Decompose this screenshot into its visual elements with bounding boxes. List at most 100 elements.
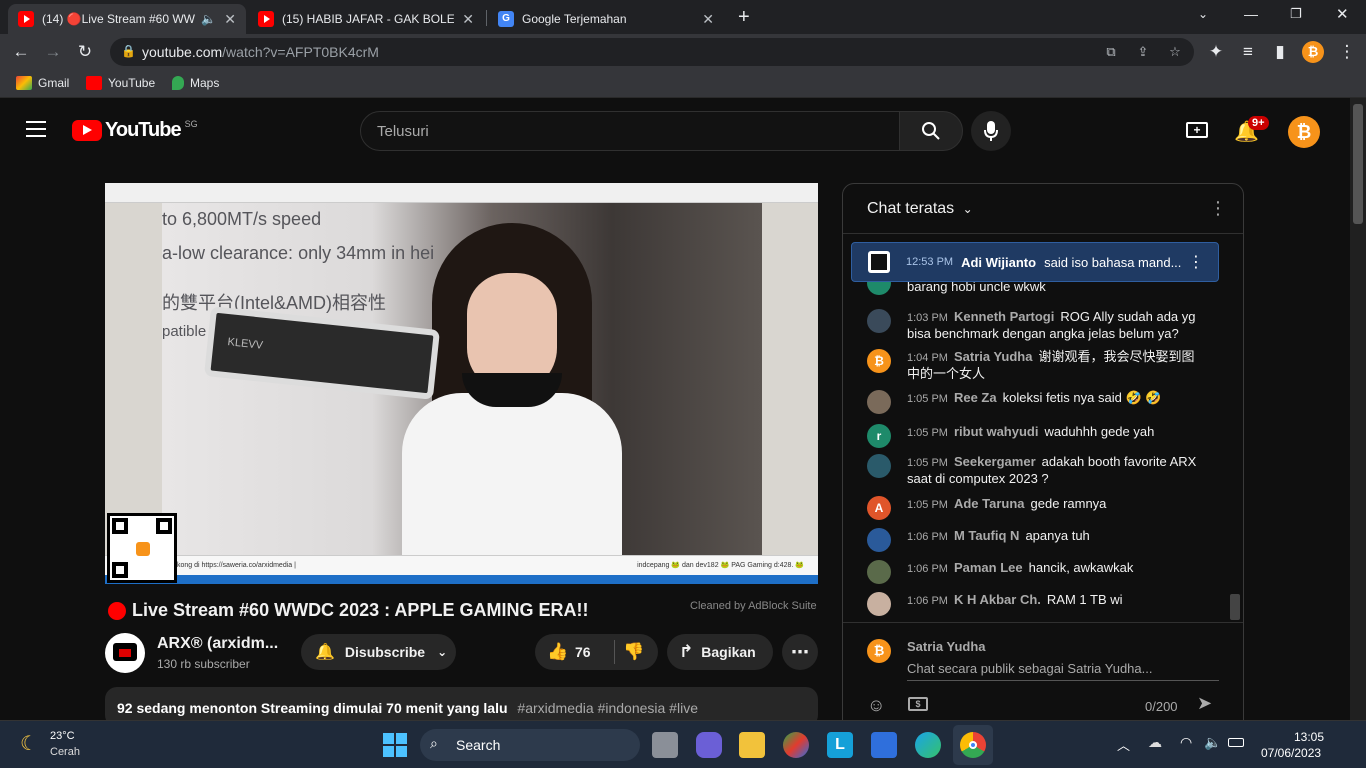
onedrive-cloud-icon[interactable]: ☁ [1148, 734, 1162, 751]
send-arrow-icon[interactable]: ➤ [1197, 693, 1212, 714]
chat-message[interactable]: 1:06 PM Paman Lee hancik, awkawkak [867, 560, 1207, 584]
voice-search-button[interactable] [971, 111, 1011, 151]
task-view-icon[interactable] [652, 732, 678, 758]
tray-chevron-up-icon[interactable]: ︿ [1117, 735, 1130, 754]
chat-author[interactable]: ribut wahyudi [954, 424, 1039, 439]
channel-avatar[interactable] [105, 633, 145, 673]
chat-author[interactable]: M Taufiq N [954, 528, 1019, 543]
more-actions-button[interactable]: ⋯ [782, 634, 818, 670]
tab-habib-jafar[interactable]: (15) HABIB JAFAR - GAK BOLEH B ✕ [248, 4, 484, 34]
restore-icon[interactable]: ❐ [1290, 6, 1302, 22]
volume-icon[interactable]: 🔈 [1204, 734, 1221, 751]
super-chat-dollar-icon[interactable]: $ [908, 697, 928, 711]
moon-weather-icon[interactable]: ☾ [20, 731, 38, 756]
windows-start-icon[interactable] [383, 733, 407, 757]
bookmark-youtube[interactable]: YouTube [86, 76, 155, 90]
chat-message[interactable]: 1:06 PM M Taufiq N apanya tuh [867, 528, 1207, 552]
forward-arrow-icon[interactable]: → [42, 41, 64, 63]
chat-author[interactable]: Ade Taruna [954, 496, 1025, 511]
taskbar-search[interactable]: ⌕ Search [420, 729, 640, 761]
page-scrollbar-thumb[interactable] [1353, 104, 1363, 224]
pinned-options-kebab-icon[interactable]: ⋮ [1188, 252, 1204, 272]
chrome-menu-kebab-icon[interactable]: ⋮ [1336, 41, 1358, 63]
back-arrow-icon[interactable]: ← [10, 41, 32, 63]
clock-date[interactable]: 07/06/2023 [1261, 746, 1321, 760]
subscribe-button[interactable]: 🔔 Disubscribe ⌄ [301, 634, 456, 670]
wifi-icon[interactable]: ◠ [1180, 734, 1192, 751]
chat-mode-selector[interactable]: Chat teratas ⌄ [867, 200, 973, 218]
bookmark-maps[interactable]: Maps [172, 76, 219, 90]
close-window-icon[interactable]: ✕ [1336, 5, 1349, 23]
open-in-app-icon[interactable]: ⧉ [1102, 43, 1120, 61]
channel-name[interactable]: ARX® (arxidm... [157, 635, 278, 653]
bookmark-star-icon[interactable]: ☆ [1166, 43, 1184, 61]
share-button[interactable]: ↱ Bagikan [667, 634, 773, 670]
chat-avatar[interactable]: A [867, 496, 891, 520]
account-bitcoin-avatar[interactable]: ₿ [1288, 116, 1320, 148]
search-input[interactable]: Telusuri [360, 111, 900, 151]
paint-app-icon[interactable] [783, 732, 809, 758]
new-tab-plus-icon[interactable]: + [738, 6, 750, 29]
side-panel-icon[interactable]: ▮ [1269, 41, 1291, 63]
create-video-icon[interactable]: + [1186, 122, 1208, 138]
extensions-puzzle-icon[interactable]: ✦ [1205, 41, 1227, 63]
close-tab-icon[interactable]: ✕ [224, 11, 236, 28]
chat-message[interactable]: 1:03 PM Kenneth Partogi ROG Ally sudah ada… [867, 309, 1207, 342]
chrome-active-slot[interactable] [953, 725, 993, 765]
chat-author[interactable]: Kenneth Partogi [954, 309, 1054, 324]
chat-author[interactable]: Satria Yudha [954, 349, 1033, 364]
microsoft-store-icon[interactable] [871, 732, 897, 758]
chat-message[interactable]: r 1:05 PM ribut wahyudi waduhhh gede yah [867, 424, 1207, 448]
tab-live-stream[interactable]: (14) 🔴Live Stream #60 WWI 🔈 ✕ [8, 4, 246, 34]
media-queue-icon[interactable]: ≡ [1237, 41, 1259, 63]
chat-message[interactable]: ₿ 1:04 PM Satria Yudha 谢谢观看，我会尽快娶到图中的一个女人 [867, 349, 1207, 382]
chat-avatar[interactable] [867, 528, 891, 552]
chat-author[interactable]: K H Akbar Ch. [954, 592, 1041, 607]
close-tab-icon[interactable]: ✕ [462, 11, 474, 28]
chat-author[interactable]: Paman Lee [954, 560, 1023, 575]
chat-message[interactable]: A 1:05 PM Ade Taruna gede ramnya [867, 496, 1207, 520]
hamburger-menu-icon[interactable] [26, 121, 46, 137]
chat-avatar[interactable] [867, 560, 891, 584]
chat-options-kebab-icon[interactable]: ⋮ [1209, 198, 1227, 219]
weather-temp[interactable]: 23°C [50, 730, 75, 742]
profile-bitcoin-avatar[interactable]: ₿ [1302, 41, 1324, 63]
speaker-icon[interactable]: 🔈 [201, 12, 216, 26]
meet-chat-icon[interactable] [696, 732, 722, 758]
hashtags[interactable]: #arxidmedia #indonesia #live [517, 700, 698, 716]
chat-avatar[interactable] [867, 390, 891, 414]
video-player[interactable]: to 6,800MT/s speed a-low clearance: only… [105, 183, 818, 584]
clock-time[interactable]: 13:05 [1294, 730, 1324, 744]
like-thumb-icon[interactable]: 👍 [547, 642, 568, 662]
chat-scrollbar-thumb[interactable] [1230, 594, 1240, 620]
chat-avatar[interactable]: r [867, 424, 891, 448]
chat-message[interactable]: 1:05 PM Seekergamer adakah booth favorite … [867, 454, 1207, 487]
reload-icon[interactable]: ↻ [74, 41, 96, 63]
edge-browser-icon[interactable] [915, 732, 941, 758]
chat-message-input[interactable]: Chat secara publik sebagai Satria Yudha.… [907, 661, 1219, 681]
chat-author[interactable]: Seekergamer [954, 454, 1036, 469]
page-scrollbar[interactable] [1350, 98, 1366, 720]
lock-icon[interactable]: 🔒 [121, 44, 136, 58]
emoji-icon[interactable]: ☺ [867, 695, 885, 716]
chat-avatar[interactable] [867, 454, 891, 478]
youtube-logo[interactable]: YouTube SG [72, 119, 198, 142]
chat-author[interactable]: Ree Za [954, 390, 997, 405]
dislike-thumb-icon[interactable]: 👎 [623, 642, 644, 662]
bookmark-gmail[interactable]: Gmail [16, 76, 69, 90]
l-app-icon[interactable]: L [827, 732, 853, 758]
battery-icon[interactable] [1228, 738, 1244, 747]
chat-message[interactable]: 1:06 PM K H Akbar Ch. RAM 1 TB wi [867, 592, 1207, 616]
chat-avatar[interactable] [867, 309, 891, 333]
file-explorer-icon[interactable] [739, 732, 765, 758]
close-tab-icon[interactable]: ✕ [702, 11, 714, 28]
search-button[interactable] [899, 111, 963, 151]
share-icon[interactable]: ⇪ [1134, 43, 1152, 61]
chat-message[interactable]: 1:05 PM Ree Za koleksi fetis nya said 🤣 🤣 [867, 390, 1207, 414]
pinned-message[interactable]: 12:53 PM Adi Wijianto said iso bahasa ma… [851, 242, 1219, 282]
address-bar[interactable]: 🔒 youtube.com/watch?v=AFPT0BK4crM ⧉ ⇪ ☆ [110, 38, 1194, 66]
tab-search-chevron-icon[interactable]: ⌄ [1198, 7, 1208, 21]
minimize-icon[interactable]: — [1244, 6, 1258, 22]
tab-google-translate[interactable]: G Google Terjemahan ✕ [488, 4, 724, 34]
chat-avatar[interactable]: ₿ [867, 349, 891, 373]
